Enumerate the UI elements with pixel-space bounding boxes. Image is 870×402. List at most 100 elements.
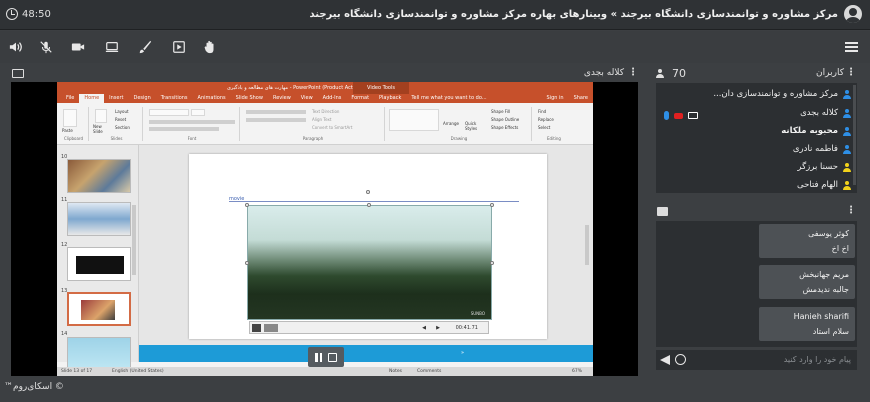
ribbon-group-editing: Find Replace Select Editing [534, 107, 574, 141]
send-icon[interactable] [660, 355, 670, 365]
resize-handle[interactable] [490, 261, 494, 265]
list-item[interactable]: فاطمه نادری [793, 141, 851, 157]
ribbon-group-font: Font [145, 107, 240, 141]
screen-share-icon[interactable] [104, 39, 120, 55]
new-slide-label: New Slide [93, 124, 103, 134]
video-pause-icon[interactable] [252, 324, 261, 332]
video-progress-bar[interactable] [264, 324, 278, 332]
ppt-tab[interactable]: File [61, 94, 79, 103]
resize-handle[interactable] [245, 203, 249, 207]
user-icon [843, 162, 851, 172]
resize-handle[interactable] [245, 261, 249, 265]
speaker-icon[interactable] [8, 39, 24, 55]
resize-handle[interactable] [490, 203, 494, 207]
camera-icon [674, 112, 683, 119]
align-text-label[interactable]: Align Text [312, 117, 331, 122]
font-name-field[interactable] [149, 109, 189, 116]
select-label[interactable]: Select [538, 125, 550, 130]
ppt-tab[interactable]: Transitions [156, 94, 193, 103]
reset-label[interactable]: Reset [115, 117, 126, 122]
participants-options-icon[interactable]: ⋮ [846, 67, 856, 78]
media-icon[interactable] [171, 39, 187, 55]
user-icon [843, 180, 851, 190]
quick-styles-label[interactable]: Quick Styles [465, 121, 479, 131]
status-comments[interactable]: Comments [417, 369, 441, 374]
list-item[interactable]: کلاله بجدی [800, 105, 851, 121]
embedded-video[interactable]: SUNBO [247, 205, 492, 320]
toolbar [0, 31, 870, 63]
shape-effects-label[interactable]: Shape Effects [491, 125, 518, 130]
list-item[interactable]: الهام فتاحی [797, 177, 851, 193]
fullscreen-icon[interactable] [328, 352, 337, 362]
chat-input[interactable]: پیام خود را وارد کنید [656, 350, 857, 370]
slide-thumbnail[interactable] [67, 247, 131, 281]
status-slide-count: Slide 13 of 17 [61, 369, 93, 374]
ppt-tab[interactable]: Format [346, 94, 374, 103]
thumbnail-scrollbar[interactable] [132, 205, 136, 275]
ppt-tab[interactable]: View [296, 94, 318, 103]
message-sender: Hanieh sharifi [793, 312, 849, 321]
convert-smartart-label[interactable]: Convert to SmartArt [312, 125, 352, 130]
pause-icon[interactable] [315, 352, 322, 362]
participants-scrollbar[interactable] [853, 85, 856, 185]
status-notes[interactable]: Notes [389, 369, 402, 374]
align-buttons[interactable] [246, 118, 306, 122]
slide-thumbnail[interactable] [67, 202, 131, 236]
paste-icon[interactable] [63, 109, 77, 127]
menu-icon[interactable] [845, 42, 858, 52]
ppt-tab[interactable]: Animations [193, 94, 231, 103]
list-buttons[interactable] [246, 110, 306, 114]
ppt-contextual-tab: Video Tools [353, 82, 409, 94]
slide-thumbnail[interactable] [67, 337, 131, 371]
ppt-status-bar: Slide 13 of 17 English (United States) N… [57, 367, 593, 376]
emoji-icon[interactable] [675, 354, 686, 365]
replace-label[interactable]: Replace [538, 117, 554, 122]
camera-icon[interactable] [70, 39, 86, 55]
rotate-handle[interactable] [366, 190, 370, 194]
ppt-tab[interactable]: Slide Show [231, 94, 268, 103]
user-name: فاطمه نادری [792, 144, 838, 154]
ppt-tab[interactable]: Insert [104, 94, 128, 103]
user-avatar-icon[interactable] [844, 5, 862, 23]
presentation-header: کلاله بجدی ⋮ [8, 66, 646, 82]
shape-fill-label[interactable]: Shape Fill [491, 109, 510, 114]
section-label[interactable]: Section [115, 125, 130, 130]
layout-label[interactable]: Layout [115, 109, 129, 114]
ppt-tab[interactable]: Playback [374, 94, 406, 103]
presentation-options-icon[interactable]: ⋮ [628, 67, 638, 78]
font-color-buttons[interactable] [149, 127, 219, 131]
arrange-label[interactable]: Arrange [443, 121, 459, 126]
text-direction-label[interactable]: Text Direction [312, 109, 339, 114]
raise-hand-icon[interactable] [202, 39, 218, 55]
ppt-tab[interactable]: Review [268, 94, 296, 103]
ppt-tab[interactable]: Design [128, 94, 155, 103]
slide-thumbnail[interactable] [67, 159, 131, 193]
ppt-tell-me[interactable]: Tell me what you want to do... [406, 94, 491, 103]
ribbon-group-drawing: Arrange Quick Styles Shape Fill Shape Ou… [387, 107, 532, 141]
font-size-field[interactable] [191, 109, 205, 116]
chat-options-icon[interactable]: ⋮ [846, 205, 856, 216]
ppt-sign-in[interactable]: Sign in [542, 94, 569, 103]
list-item[interactable]: محبوبه ملکانه [781, 123, 851, 139]
forward-icon[interactable]: ▶ [436, 325, 440, 331]
font-format-buttons[interactable] [149, 120, 235, 124]
ppt-tab[interactable]: Home [79, 94, 105, 103]
list-item[interactable]: مرکز مشاوره و توانمندسازی دان... [713, 86, 851, 102]
shapes-gallery[interactable] [389, 109, 439, 131]
mic-off-icon[interactable] [38, 39, 54, 55]
brush-icon[interactable] [137, 39, 153, 55]
ppt-share[interactable]: Share [569, 94, 593, 103]
shape-outline-label[interactable]: Shape Outline [491, 117, 519, 122]
screen-icon [688, 112, 698, 119]
slide-thumbnail-selected[interactable] [67, 292, 131, 326]
status-zoom[interactable]: 67% [572, 369, 582, 374]
new-slide-icon[interactable] [95, 109, 107, 123]
rewind-icon[interactable]: ◀ [422, 325, 426, 331]
list-item[interactable]: حسنا برزگر [797, 159, 851, 175]
canvas-scrollbar[interactable] [585, 225, 589, 265]
resize-handle[interactable] [367, 203, 371, 207]
slide-title-line [229, 201, 519, 202]
find-label[interactable]: Find [538, 109, 546, 114]
user-name: حسنا برزگر [797, 162, 838, 172]
ppt-tab[interactable]: Add-Ins [318, 94, 347, 103]
